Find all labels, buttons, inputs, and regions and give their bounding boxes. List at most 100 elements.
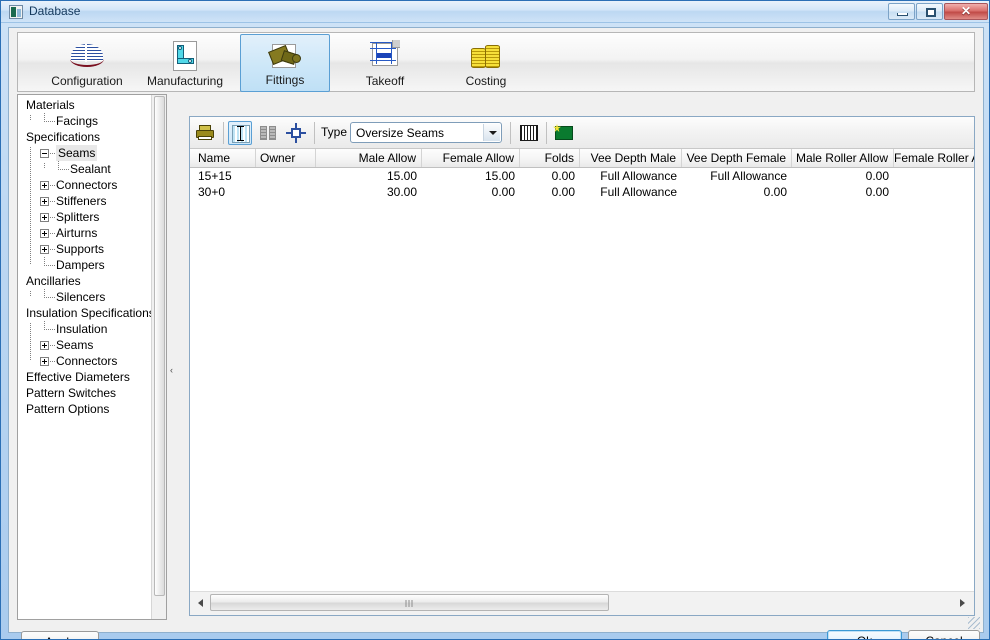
table-row[interactable]: 30+030.000.000.00Full Allowance0.000.000… <box>190 184 974 200</box>
ribbon-tab-costing[interactable]: Costing <box>441 34 531 92</box>
tree-item-splitters[interactable]: Splitters <box>18 209 166 225</box>
tree-item-connectors[interactable]: Connectors <box>18 177 166 193</box>
grid-cell[interactable]: 0.00 <box>520 168 580 184</box>
tree-connector <box>44 265 55 266</box>
tree-item-sealant[interactable]: Sealant <box>18 161 166 177</box>
grid-column-header[interactable]: Female Roller Allow <box>894 149 974 167</box>
tree-item-facings[interactable]: Facings <box>18 113 166 129</box>
tree-item-seams[interactable]: Seams <box>18 145 166 161</box>
add-crosshair-icon[interactable] <box>284 121 308 145</box>
tree-item-specifications[interactable]: Specifications <box>18 129 166 145</box>
tree-item-label: Specifications <box>26 130 101 144</box>
grid-column-header[interactable]: Vee Depth Male <box>580 149 682 167</box>
grid-column-header[interactable]: Vee Depth Female <box>682 149 792 167</box>
expand-icon[interactable] <box>40 213 49 222</box>
tree-vertical-scrollbar[interactable] <box>151 95 166 619</box>
type-combobox-value: Oversize Seams <box>356 126 445 140</box>
ribbon-tab-manufacturing[interactable]: Manufacturing <box>130 34 240 92</box>
tree-item-pattern-options[interactable]: Pattern Options <box>18 401 166 417</box>
grid-cell[interactable]: 0.00 <box>894 184 974 200</box>
ribbon-tab-configuration[interactable]: Configuration <box>32 34 142 92</box>
expand-icon[interactable] <box>40 341 49 350</box>
navigation-tree[interactable]: Materials Facings Specifications Seams Seala… <box>18 97 166 417</box>
expand-icon[interactable] <box>40 197 49 206</box>
expand-icon[interactable] <box>40 181 49 190</box>
tree-item-silencers[interactable]: Silencers <box>18 289 166 305</box>
type-combobox[interactable]: Oversize Seams <box>350 122 502 143</box>
grid-column-header[interactable]: Female Allow <box>422 149 520 167</box>
tree-item-connectors[interactable]: Connectors <box>18 353 166 369</box>
ok-button[interactable]: Ok <box>827 630 902 639</box>
grid-view-icon[interactable] <box>517 121 541 145</box>
insert-column-icon[interactable] <box>228 121 252 145</box>
maximize-button[interactable] <box>916 3 943 20</box>
title-bar: Database ✕ <box>1 1 989 23</box>
ribbon-tab-fittings[interactable]: Fittings <box>240 34 330 92</box>
grid-cell[interactable]: 15.00 <box>422 168 520 184</box>
minimize-button[interactable] <box>888 3 915 20</box>
tree-item-effective-diameters[interactable]: Effective Diameters <box>18 369 166 385</box>
delete-column-icon[interactable] <box>256 121 280 145</box>
maximize-icon <box>926 8 936 17</box>
export-excel-icon[interactable] <box>552 121 576 145</box>
grid-cell[interactable]: 0.00 <box>792 184 894 200</box>
grid-column-header[interactable]: Folds <box>520 149 580 167</box>
grid-cell[interactable]: 0.00 <box>792 168 894 184</box>
apply-button[interactable]: Apply <box>21 631 99 639</box>
printer-icon[interactable] <box>194 121 218 145</box>
grid-cell[interactable]: 15.00 <box>316 168 422 184</box>
grid-cell[interactable]: 15+15 <box>194 168 256 184</box>
grid-column-header[interactable]: Male Roller Allow <box>792 149 894 167</box>
collapse-icon[interactable] <box>40 149 49 158</box>
expand-icon[interactable] <box>40 229 49 238</box>
tree-item-supports[interactable]: Supports <box>18 241 166 257</box>
tree-item-airturns[interactable]: Airturns <box>18 225 166 241</box>
tree-item-insulation[interactable]: Insulation <box>18 321 166 337</box>
grid-header-row[interactable]: Name Owner Male Allow Female Allow Folds Vee … <box>190 149 974 168</box>
close-button[interactable]: ✕ <box>944 3 988 20</box>
scroll-left-arrow-icon[interactable] <box>193 594 208 611</box>
resize-grip-icon[interactable] <box>968 617 980 629</box>
chevron-down-icon[interactable] <box>483 124 500 141</box>
tree-item-insulation-specifications[interactable]: Insulation Specifications <box>18 305 166 321</box>
expand-icon[interactable] <box>40 357 49 366</box>
grid-cell[interactable]: Full Allowance <box>580 184 682 200</box>
grid-column-header[interactable]: Male Allow <box>316 149 422 167</box>
grid-cell[interactable]: 0.00 <box>682 184 792 200</box>
tree-item-pattern-switches[interactable]: Pattern Switches <box>18 385 166 401</box>
grid-cell[interactable]: 0.00 <box>422 184 520 200</box>
horizontal-scrollbar-thumb[interactable] <box>210 594 609 611</box>
grid-horizontal-scrollbar[interactable] <box>190 591 974 615</box>
grid-cell[interactable] <box>256 168 316 184</box>
grid-cell[interactable]: Full Allowance <box>580 168 682 184</box>
splitter-collapse-icon[interactable]: ‹ <box>170 366 173 375</box>
window-title: Database <box>29 4 81 18</box>
data-grid[interactable]: Name Owner Male Allow Female Allow Folds Vee … <box>190 149 974 591</box>
expand-icon[interactable] <box>40 245 49 254</box>
tree-connector <box>50 201 55 202</box>
cancel-button[interactable]: Cancel <box>908 630 980 639</box>
grid-cell[interactable]: 0.00 <box>520 184 580 200</box>
toolbar-separator <box>510 122 511 144</box>
tree-item-stiffeners[interactable]: Stiffeners <box>18 193 166 209</box>
grid-cell[interactable]: Full Allowance <box>682 168 792 184</box>
table-row[interactable]: 15+15 15.00 15.00 0.00 Full Allowance Full Al… <box>190 168 974 184</box>
tree-item-ancillaries[interactable]: Ancillaries <box>18 273 166 289</box>
tree-item-label: Insulation Specifications <box>26 306 155 320</box>
tree-item-label: Effective Diameters <box>26 370 130 384</box>
database-icon <box>9 5 23 19</box>
grid-cell[interactable]: 30+0 <box>194 184 256 200</box>
panel-splitter[interactable]: ‹ <box>167 94 179 620</box>
tree-item-seams[interactable]: Seams <box>18 337 166 353</box>
scroll-right-arrow-icon[interactable] <box>955 594 970 611</box>
ribbon-tab-takeoff[interactable]: Takeoff <box>340 34 430 92</box>
tree-item-label: Dampers <box>56 258 105 272</box>
grid-cell[interactable]: 30.00 <box>316 184 422 200</box>
tree-item-dampers[interactable]: Dampers <box>18 257 166 273</box>
grid-cell[interactable]: 0.00 <box>894 168 974 184</box>
tree-item-materials[interactable]: Materials <box>18 97 166 113</box>
tree-scrollbar-thumb[interactable] <box>154 96 165 596</box>
grid-column-header[interactable]: Name <box>194 149 256 167</box>
grid-cell[interactable] <box>256 184 316 200</box>
grid-column-header[interactable]: Owner <box>256 149 316 167</box>
